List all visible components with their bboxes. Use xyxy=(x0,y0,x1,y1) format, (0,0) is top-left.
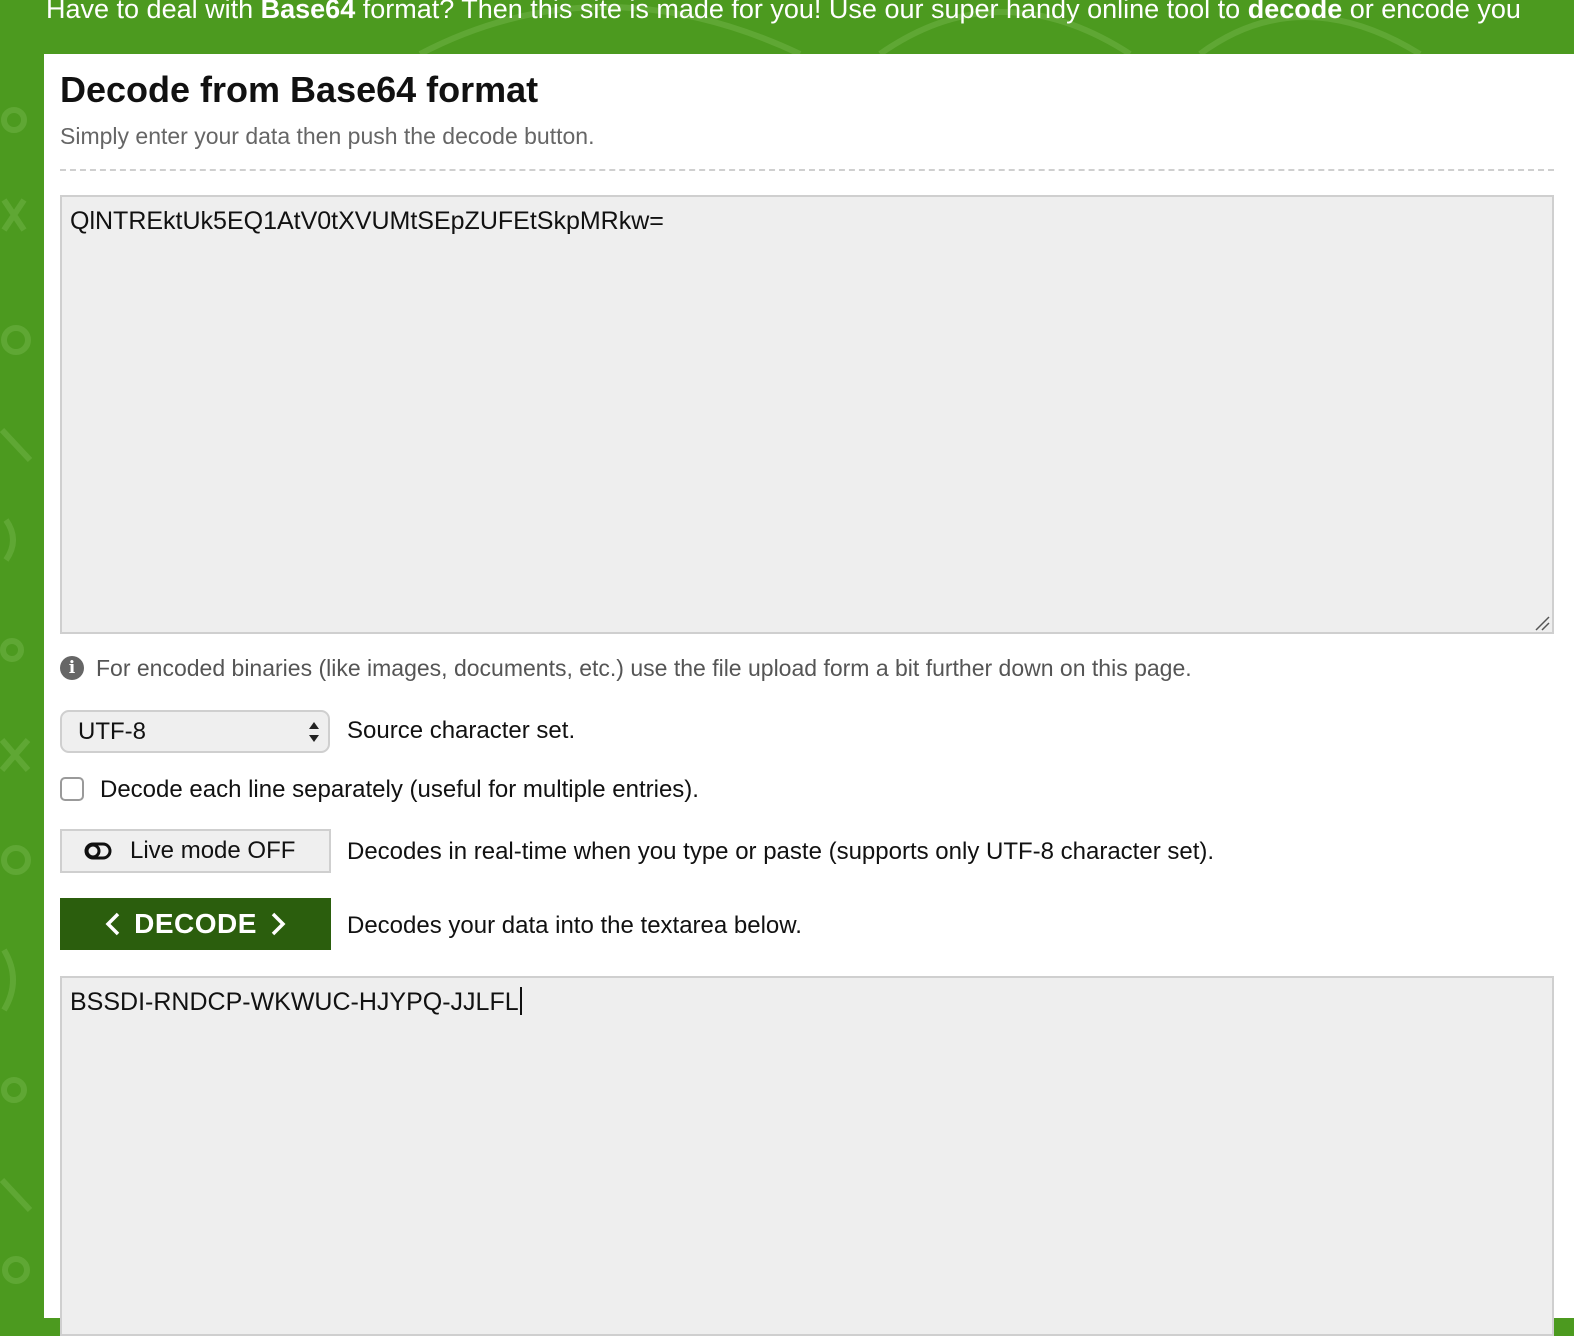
input-textarea[interactable]: QlNTREktUk5EQ1AtV0tXVUMtSEpZUFEtSkpMRkw= xyxy=(60,195,1554,634)
select-arrows-icon xyxy=(309,722,319,742)
live-mode-label: Live mode OFF xyxy=(130,837,296,864)
text-cursor xyxy=(519,987,522,1015)
separate-lines-label[interactable]: Decode each line separately (useful for … xyxy=(100,775,699,805)
banner-text-bold: Base64 xyxy=(260,0,356,24)
banner-text-part: or encode you xyxy=(1342,0,1521,24)
info-icon: i xyxy=(60,656,84,680)
top-banner: Have to deal with Base64 format? Then th… xyxy=(0,0,1574,54)
page-title: Decode from Base64 format xyxy=(60,69,539,110)
toggle-off-icon xyxy=(84,842,112,860)
banner-text-part: Have to deal with xyxy=(46,0,261,24)
output-text: BSSDI-RNDCP-WKWUC-HJYPQ-JJLFL xyxy=(70,988,519,1016)
chevron-right-icon xyxy=(271,912,286,936)
banner-text-bold: decode xyxy=(1247,0,1343,24)
decode-button-label: DECODE xyxy=(134,908,257,939)
banner-text-part: format? Then this site is made for you! … xyxy=(355,0,1248,24)
chevron-left-icon xyxy=(105,912,120,936)
decode-description: Decodes your data into the textarea belo… xyxy=(347,912,802,939)
resize-grip-icon[interactable] xyxy=(1534,615,1550,631)
separate-lines-checkbox[interactable] xyxy=(60,777,84,801)
live-mode-button[interactable]: Live mode OFF xyxy=(60,829,331,873)
charset-label: Source character set. xyxy=(347,717,576,744)
dashed-divider xyxy=(60,169,1554,171)
live-mode-description: Decodes in real-time when you type or pa… xyxy=(347,838,1215,865)
decode-button[interactable]: DECODE xyxy=(60,898,331,950)
banner-text: Have to deal with Base64 format? Then th… xyxy=(46,0,1521,30)
charset-select[interactable]: UTF-8 xyxy=(60,710,330,753)
info-text: For encoded binaries (like images, docum… xyxy=(96,654,1192,681)
output-textarea[interactable]: BSSDI-RNDCP-WKWUC-HJYPQ-JJLFL xyxy=(60,976,1554,1336)
decode-panel: Decode from Base64 format Simply enter y… xyxy=(44,54,1574,1336)
info-row: i For encoded binaries (like images, doc… xyxy=(60,653,1192,683)
page-subtitle: Simply enter your data then push the dec… xyxy=(60,123,595,149)
charset-selected-value: UTF-8 xyxy=(78,717,146,745)
